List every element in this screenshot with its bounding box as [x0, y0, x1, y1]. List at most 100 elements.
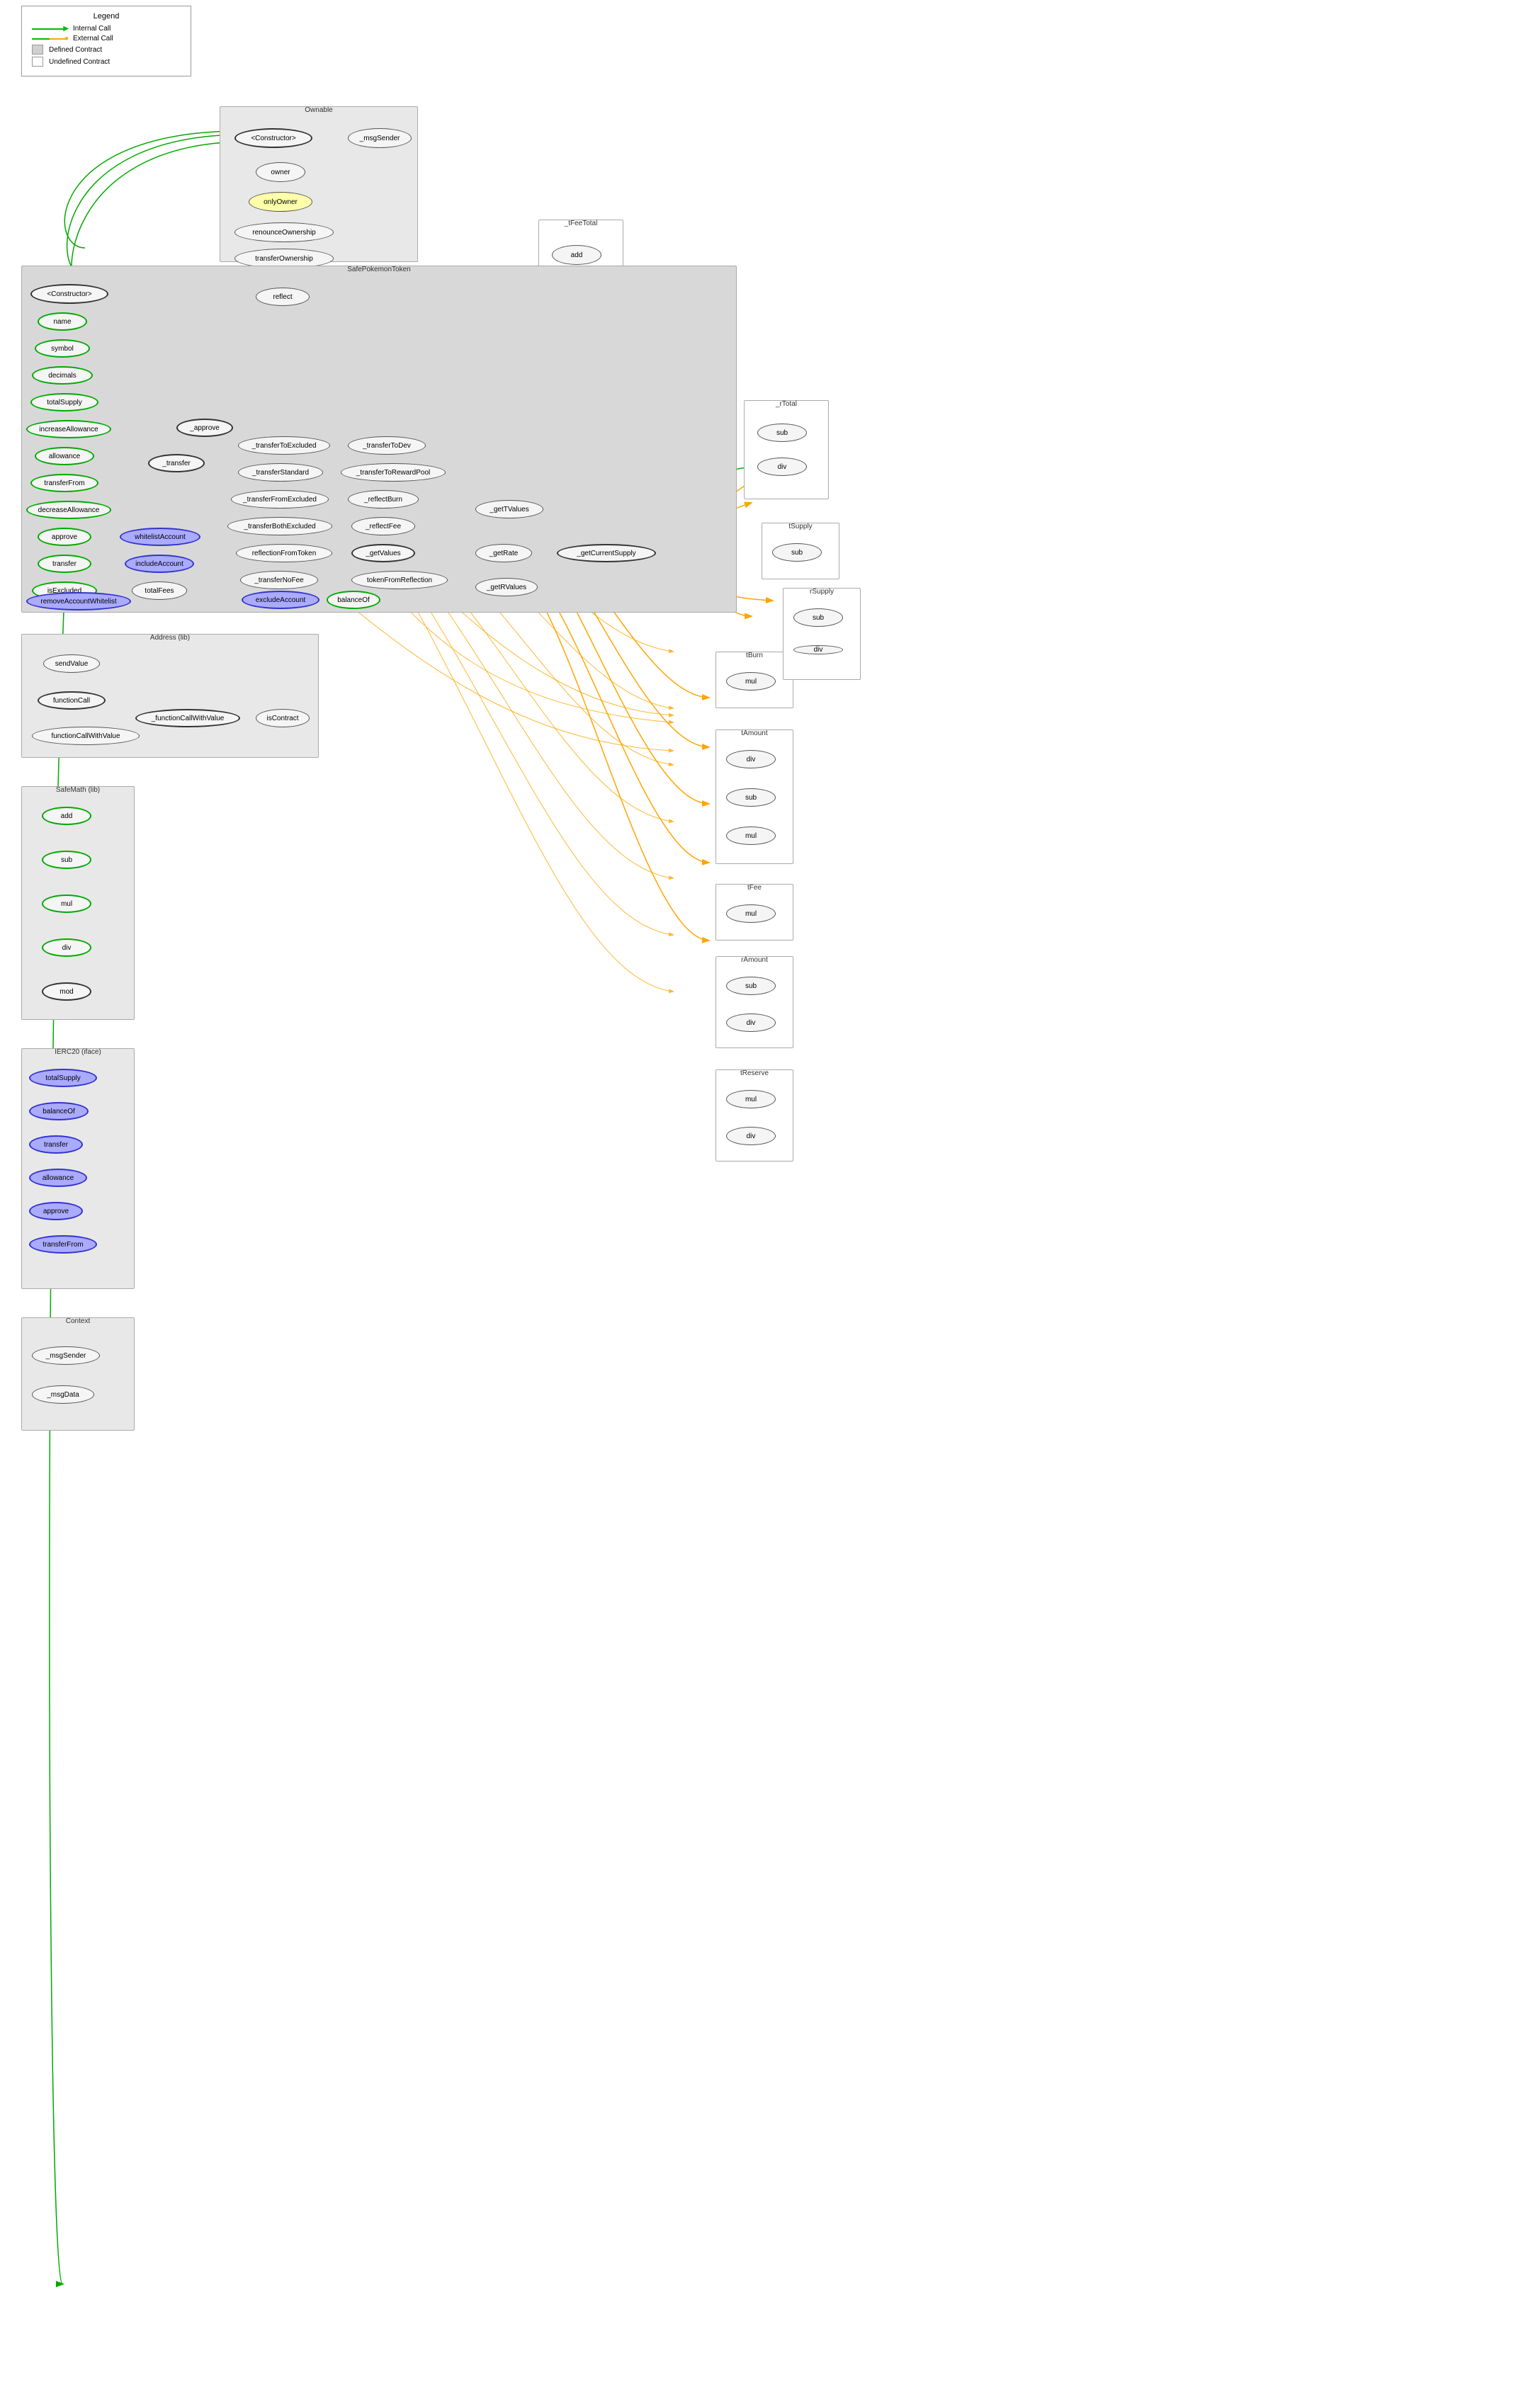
node-spt-gettvalues[interactable]: _getTValues: [475, 500, 543, 518]
node-rtotal-div[interactable]: div: [757, 458, 807, 476]
node-addr-sendvalue[interactable]: sendValue: [43, 654, 100, 673]
tburn-box: tBurn mul: [715, 652, 793, 708]
node-tfee-mul[interactable]: mul: [726, 904, 776, 923]
context-box: Context _msgSender _msgData: [21, 1317, 135, 1431]
node-ramount-sub[interactable]: sub: [726, 977, 776, 995]
node-ownable-renounce[interactable]: renounceOwnership: [234, 222, 334, 242]
tfeetotal-label: _tFeeTotal: [539, 220, 623, 227]
node-addr-functioncall[interactable]: functionCall: [38, 691, 106, 710]
node-spt-approve[interactable]: approve: [38, 528, 91, 546]
node-ierc20-transferfrom[interactable]: transferFrom: [29, 1235, 97, 1254]
node-spt-balanceof[interactable]: balanceOf: [327, 591, 380, 609]
legend-defined-label: Defined Contract: [49, 46, 102, 54]
safepokemontoken-label: SafePokemonToken: [22, 266, 736, 273]
rtotal-box: _rTotal sub div: [744, 400, 829, 499]
node-ownable-onlyowner[interactable]: onlyOwner: [249, 192, 312, 212]
node-ctx-msgsender[interactable]: _msgSender: [32, 1346, 100, 1365]
node-spt-allowance[interactable]: allowance: [35, 447, 94, 465]
node-spt-getcurrentsupply[interactable]: _getCurrentSupply: [557, 544, 656, 562]
node-spt-symbol[interactable]: symbol: [35, 339, 90, 358]
tsupply-box: tSupply sub: [762, 523, 839, 579]
node-treserve-mul[interactable]: mul: [726, 1090, 776, 1108]
legend-undefined: Undefined Contract: [32, 57, 181, 67]
node-ierc20-allowance[interactable]: allowance: [29, 1169, 87, 1187]
node-rsupply-div[interactable]: div: [793, 645, 843, 654]
legend-box: Legend ▶ Internal Call ● External Call D…: [21, 6, 191, 76]
node-spt-getrvalues[interactable]: _getRValues: [475, 578, 538, 596]
ierc20-label: IERC20 (iface): [22, 1048, 134, 1056]
node-spt-transfertorewardpool[interactable]: _transferToRewardPool: [341, 463, 446, 482]
node-sm-div[interactable]: div: [42, 938, 91, 957]
treserve-label: tReserve: [716, 1069, 793, 1077]
node-rsupply-sub[interactable]: sub: [793, 608, 843, 627]
node-ierc20-approve[interactable]: approve: [29, 1202, 83, 1220]
node-spt-increaseallowance[interactable]: increaseAllowance: [26, 420, 111, 438]
node-spt-approve-internal[interactable]: _approve: [176, 419, 233, 437]
node-ierc20-transfer[interactable]: transfer: [29, 1135, 83, 1154]
node-spt-whitelistaccount[interactable]: whitelistAccount: [120, 528, 200, 546]
node-ctx-msgdata[interactable]: _msgData: [32, 1385, 94, 1404]
address-label: Address (lib): [22, 634, 318, 642]
node-addr-iscontract[interactable]: isContract: [256, 709, 310, 727]
node-ownable-msgsender[interactable]: _msgSender: [348, 128, 412, 148]
node-spt-totalfees[interactable]: totalFees: [132, 581, 187, 600]
node-spt-transferbothexcluded[interactable]: _transferBothExcluded: [227, 517, 332, 535]
node-spt-transfertoexcluded[interactable]: _transferToExcluded: [238, 436, 330, 455]
node-sm-mul[interactable]: mul: [42, 895, 91, 913]
node-spt-transfertodev[interactable]: _transferToDev: [348, 436, 426, 455]
tamount-label: tAmount: [716, 729, 793, 737]
node-spt-totalsupply[interactable]: totalSupply: [30, 393, 98, 411]
node-spt-includeaccount[interactable]: includeAccount: [125, 555, 194, 573]
node-treserve-div[interactable]: div: [726, 1127, 776, 1145]
node-tamount-div[interactable]: div: [726, 750, 776, 768]
tsupply-label: tSupply: [762, 523, 839, 530]
node-tburn-mul[interactable]: mul: [726, 672, 776, 691]
node-ownable-owner[interactable]: owner: [256, 162, 305, 182]
node-spt-reflectfee[interactable]: _reflectFee: [351, 517, 415, 535]
node-spt-excludeaccount[interactable]: excludeAccount: [242, 591, 319, 609]
node-addr-functioncallwithvalue[interactable]: functionCallWithValue: [32, 727, 140, 745]
node-spt-name[interactable]: name: [38, 312, 87, 331]
node-spt-transfer[interactable]: transfer: [38, 555, 91, 573]
node-spt-tokenfromreflection[interactable]: tokenFromReflection: [351, 571, 448, 589]
node-ierc20-totalsupply[interactable]: totalSupply: [29, 1069, 97, 1087]
node-spt-reflect[interactable]: reflect: [256, 288, 310, 306]
node-spt-transferfromexcluded[interactable]: _transferFromExcluded: [231, 490, 329, 509]
node-spt-getrate[interactable]: _getRate: [475, 544, 532, 562]
address-box: Address (lib) sendValue functionCall _fu…: [21, 634, 319, 758]
node-spt-getvalues[interactable]: _getValues: [351, 544, 415, 562]
node-tamount-mul[interactable]: mul: [726, 827, 776, 845]
legend-undefined-label: Undefined Contract: [49, 58, 110, 66]
rsupply-label: rSupply: [784, 588, 860, 596]
node-ierc20-balanceof[interactable]: balanceOf: [29, 1102, 89, 1120]
context-label: Context: [22, 1317, 134, 1325]
node-spt-reflectionfromtoken[interactable]: reflectionFromToken: [236, 544, 332, 562]
node-rtotal-sub[interactable]: sub: [757, 424, 807, 442]
node-spt-reflectburn[interactable]: _reflectBurn: [348, 490, 419, 509]
node-spt-decreaseallowance[interactable]: decreaseAllowance: [26, 501, 111, 519]
safemath-box: SafeMath (lib) add sub mul div mod: [21, 786, 135, 1020]
treserve-box: tReserve mul div: [715, 1069, 793, 1162]
main-canvas: Legend ▶ Internal Call ● External Call D…: [0, 0, 1516, 2408]
node-sm-sub[interactable]: sub: [42, 851, 91, 869]
legend-external: ● External Call: [32, 35, 181, 42]
node-spt-transferstandard[interactable]: _transferStandard: [238, 463, 323, 482]
node-tamount-sub[interactable]: sub: [726, 788, 776, 807]
node-spt-transfernofee[interactable]: _transferNoFee: [240, 571, 318, 589]
node-sm-add[interactable]: add: [42, 807, 91, 825]
node-ownable-constructor[interactable]: <Constructor>: [234, 128, 312, 148]
tburn-label: tBurn: [716, 652, 793, 659]
rtotal-label: _rTotal: [745, 400, 828, 408]
node-spt-transfer-internal[interactable]: _transfer: [148, 454, 205, 472]
node-spt-removeaccount[interactable]: removeAccountWhitelist: [26, 592, 131, 610]
tfee-box: tFee mul: [715, 884, 793, 941]
node-spt-decimals[interactable]: decimals: [32, 366, 93, 385]
rsupply-box: rSupply sub div: [783, 588, 861, 680]
node-tsupply-sub[interactable]: sub: [772, 543, 822, 562]
node-tfeetotal-add[interactable]: add: [552, 245, 601, 265]
node-ramount-div[interactable]: div: [726, 1013, 776, 1032]
node-addr-functioncallwithvalue-int[interactable]: _functionCallWithValue: [135, 709, 240, 727]
node-spt-constructor[interactable]: <Constructor>: [30, 284, 108, 304]
node-spt-transferfrom[interactable]: transferFrom: [30, 474, 98, 492]
node-sm-mod[interactable]: mod: [42, 982, 91, 1001]
